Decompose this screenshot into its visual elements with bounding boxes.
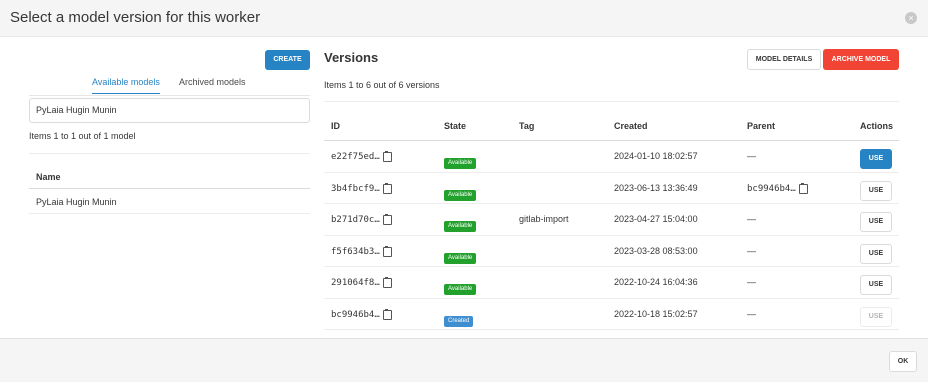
version-parent: —	[747, 277, 756, 287]
column-header-id: ID	[331, 121, 340, 131]
state-badge: Available	[444, 252, 477, 264]
clipboard-icon[interactable]	[382, 151, 392, 162]
state-badge: Available	[444, 284, 477, 295]
version-state: Available	[444, 214, 477, 232]
version-tag: gitlab-import	[519, 214, 569, 224]
models-table: Name PyLaia Hugin Munin	[29, 153, 310, 214]
version-id: f5f634b3…	[331, 245, 392, 257]
version-row: bc9946b4… Created 2022-10-18 15:02:57 — …	[324, 299, 899, 330]
model-row[interactable]: PyLaia Hugin Munin	[29, 189, 310, 214]
version-actions: USE	[860, 210, 892, 232]
use-button[interactable]: USE	[860, 275, 892, 295]
versions-count: Items 1 to 6 out of 6 versions	[324, 80, 440, 90]
column-header-name: Name	[36, 172, 61, 182]
version-parent: —	[747, 308, 756, 319]
column-header-parent: Parent	[747, 121, 776, 131]
use-button-disabled: USE	[860, 306, 892, 327]
version-id-text: f5f634b3…	[331, 246, 380, 257]
versions-table: ID State Tag Created Parent Actions e22f…	[324, 101, 899, 330]
use-button[interactable]: USE	[860, 149, 892, 169]
version-created: 2023-04-27 15:04:00	[614, 214, 698, 224]
version-state: Available	[444, 277, 477, 295]
version-parent: bc9946b4…	[747, 182, 808, 194]
version-id-text: 3b4fbcf9…	[331, 183, 380, 194]
use-button[interactable]: USE	[860, 243, 892, 264]
state-badge: Available	[444, 189, 477, 201]
version-created: 2024-01-10 18:02:57	[614, 151, 698, 161]
version-created: 2023-06-13 13:36:49	[614, 182, 698, 193]
clipboard-icon[interactable]	[382, 182, 392, 194]
model-search-input[interactable]: PyLaia Hugin Munin	[29, 98, 310, 123]
tab-available-models[interactable]: Available models	[92, 77, 160, 94]
version-id: e22f75ed…	[331, 151, 392, 162]
use-button[interactable]: USE	[860, 180, 892, 201]
column-header-tag: Tag	[519, 121, 535, 131]
version-id-text: 291064f8…	[331, 278, 380, 288]
version-created: 2022-10-24 16:04:36	[614, 277, 698, 287]
state-badge: Available	[444, 158, 477, 169]
parent-id-text: bc9946b4…	[747, 183, 796, 194]
version-parent: —	[747, 214, 756, 224]
version-id: 291064f8…	[331, 277, 392, 288]
tabs-divider	[29, 95, 310, 96]
versions-table-header: ID State Tag Created Parent Actions	[324, 101, 899, 141]
modal-header: Select a model version for this worker ×	[0, 0, 928, 37]
version-row: e22f75ed… Available 2024-01-10 18:02:57 …	[324, 141, 899, 173]
version-id-text: b271d70c…	[331, 215, 380, 225]
clipboard-icon[interactable]	[382, 214, 392, 225]
version-state: Available	[444, 151, 477, 169]
clipboard-icon[interactable]	[798, 182, 808, 194]
version-parent: —	[747, 151, 756, 161]
modal-title: Select a model version for this worker	[10, 9, 261, 26]
modal-footer: OK	[0, 338, 928, 382]
version-row: 291064f8… Available 2022-10-24 16:04:36 …	[324, 267, 899, 299]
clipboard-icon[interactable]	[382, 277, 392, 288]
version-row: 3b4fbcf9… Available 2023-06-13 13:36:49 …	[324, 173, 899, 204]
column-header-created: Created	[614, 121, 648, 131]
column-header-actions: Actions	[860, 121, 894, 131]
version-actions: USE	[860, 179, 892, 201]
version-id: bc9946b4…	[331, 308, 392, 320]
close-icon[interactable]: ×	[905, 12, 917, 24]
models-count: Items 1 to 1 out of 1 model	[29, 131, 136, 141]
version-parent: —	[747, 245, 756, 256]
version-actions: USE	[860, 242, 892, 264]
version-actions: USE	[860, 305, 892, 327]
model-details-button[interactable]: MODEL DETAILS	[747, 49, 821, 70]
modal-body: CREATE Available models Archived models …	[0, 37, 928, 338]
version-actions: USE	[860, 273, 892, 295]
version-actions: USE	[860, 147, 892, 169]
version-id: b271d70c…	[331, 214, 392, 225]
clipboard-icon[interactable]	[382, 245, 392, 257]
create-button[interactable]: CREATE	[265, 50, 310, 70]
version-id: 3b4fbcf9…	[331, 182, 392, 194]
version-row: f5f634b3… Available 2023-03-28 08:53:00 …	[324, 236, 899, 267]
version-state: Available	[444, 183, 477, 201]
archive-model-button[interactable]: ARCHIVE MODEL	[823, 49, 899, 70]
model-tabs: Available models Archived models	[82, 73, 252, 95]
version-state: Available	[444, 246, 477, 264]
use-button[interactable]: USE	[860, 212, 892, 232]
version-row: b271d70c… Available gitlab-import 2023-0…	[324, 204, 899, 236]
column-header-state: State	[444, 121, 467, 131]
tab-archived-models[interactable]: Archived models	[179, 77, 246, 93]
state-badge: Available	[444, 221, 477, 232]
version-id-text: e22f75ed…	[331, 152, 380, 162]
select-model-version-modal: Select a model version for this worker ×…	[0, 0, 928, 382]
versions-title: Versions	[324, 50, 379, 65]
models-table-header: Name	[29, 153, 310, 189]
version-created: 2023-03-28 08:53:00	[614, 245, 698, 256]
version-state: Created	[444, 309, 474, 327]
state-badge: Created	[444, 315, 474, 327]
version-id-text: bc9946b4…	[331, 309, 380, 320]
version-created: 2022-10-18 15:02:57	[614, 308, 698, 319]
ok-button[interactable]: OK	[889, 351, 917, 372]
clipboard-icon[interactable]	[382, 308, 392, 320]
model-name: PyLaia Hugin Munin	[36, 197, 117, 207]
